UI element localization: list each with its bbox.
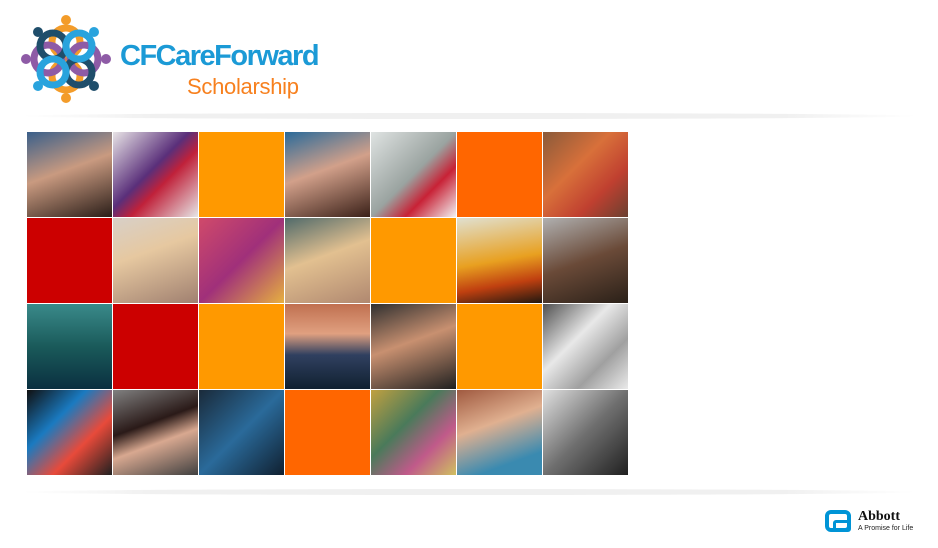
collage-painting-tile[interactable] — [199, 218, 284, 303]
header-divider — [20, 113, 918, 119]
people-circle-logo-icon — [21, 15, 111, 103]
care-forward-logo[interactable]: CFCareForward Scholarship — [20, 14, 320, 104]
blue-painting-tile[interactable] — [199, 390, 284, 475]
sunset-silhouette-tile[interactable] — [457, 218, 542, 303]
color-tile — [371, 218, 456, 303]
flower-sketch-tile[interactable] — [543, 304, 628, 389]
student-portrait-tile[interactable] — [113, 218, 198, 303]
scholar-mosaic-grid — [27, 132, 628, 475]
color-tile — [457, 132, 542, 217]
flower-painting-tile[interactable] — [27, 390, 112, 475]
student-portrait-tile[interactable] — [371, 304, 456, 389]
brand-subtitle: Scholarship — [187, 74, 299, 99]
student-portrait-tile[interactable] — [27, 132, 112, 217]
student-portrait-tile[interactable] — [285, 218, 370, 303]
color-tile — [27, 218, 112, 303]
abbott-logo[interactable]: Abbott A Promise for Life — [825, 509, 915, 535]
brand-name: CFCareForward — [120, 40, 320, 72]
color-tile — [199, 304, 284, 389]
color-tile — [199, 132, 284, 217]
student-portrait-tile[interactable] — [285, 132, 370, 217]
student-portrait-tile[interactable] — [113, 390, 198, 475]
lighthouse-painting-tile[interactable] — [285, 304, 370, 389]
color-tile — [285, 390, 370, 475]
lamp-sketch-tile[interactable] — [543, 390, 628, 475]
student-portrait-tile[interactable] — [543, 218, 628, 303]
lake-painting-tile[interactable] — [27, 304, 112, 389]
color-tile — [113, 304, 198, 389]
lighthouse-poem-tile[interactable] — [371, 132, 456, 217]
tree-painting-tile[interactable] — [543, 132, 628, 217]
footer-divider — [20, 489, 918, 495]
abbott-tagline: A Promise for Life — [858, 525, 914, 532]
rose-painting-tile[interactable] — [113, 132, 198, 217]
student-portrait-tile[interactable] — [457, 390, 542, 475]
color-tile — [457, 304, 542, 389]
doodle-art-tile[interactable] — [371, 390, 456, 475]
abbott-a-icon — [825, 510, 851, 532]
abbott-name: Abbott — [858, 509, 901, 524]
